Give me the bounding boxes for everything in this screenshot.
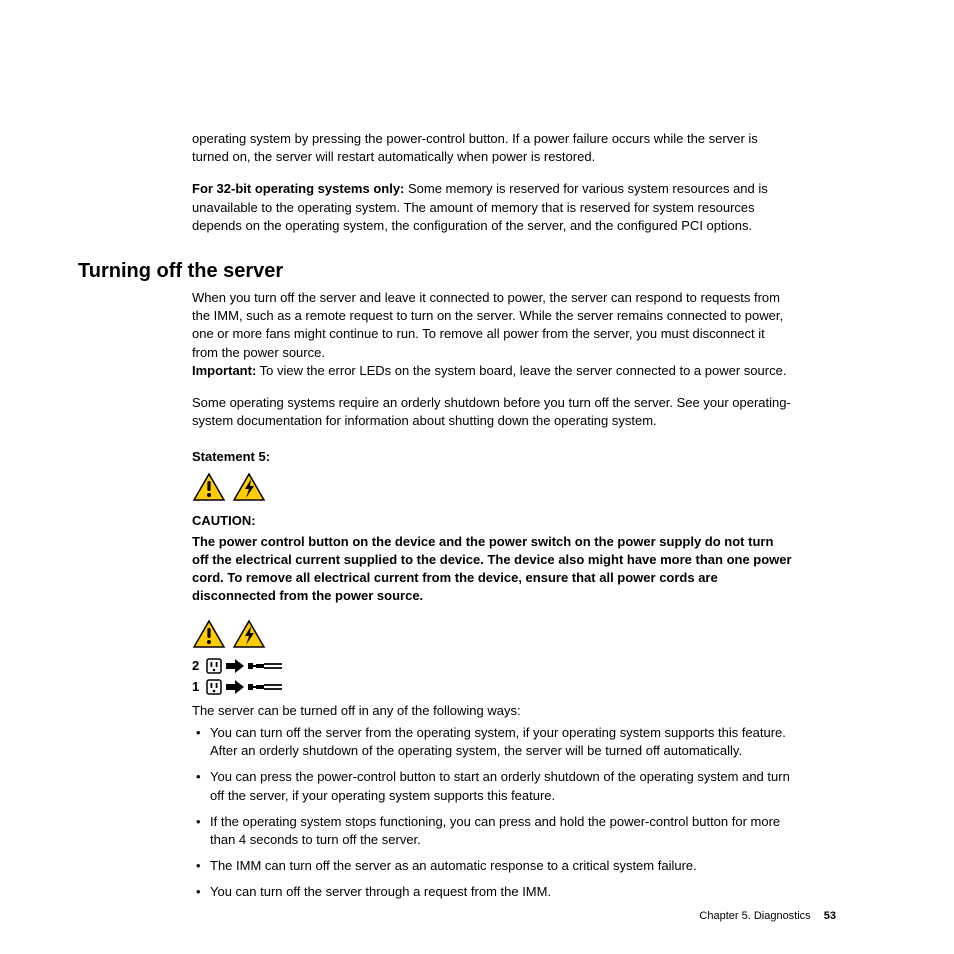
arrow-right-icon: [226, 659, 244, 673]
plug-cord-icon: [248, 680, 282, 694]
list-item: If the operating system stops functionin…: [210, 813, 792, 849]
warning-icons-row-2: [192, 619, 792, 649]
list-intro: The server can be turned off in any of t…: [192, 702, 792, 720]
cord-number: 2: [192, 657, 202, 675]
run-in-label: For 32-bit operating systems only:: [192, 181, 404, 196]
cord-number: 1: [192, 678, 202, 696]
intro-paragraph-1: operating system by pressing the power-c…: [192, 130, 792, 166]
important-rest: To view the error LEDs on the system boa…: [256, 363, 786, 378]
bullet-list: You can turn off the server from the ope…: [192, 724, 792, 902]
electrical-triangle-icon: [232, 472, 266, 502]
page-footer: Chapter 5. Diagnostics 53: [699, 909, 836, 924]
body-paragraph-1: When you turn off the server and leave i…: [192, 289, 792, 362]
caution-triangle-icon: [192, 472, 226, 502]
warning-icons-row-1: [192, 472, 792, 502]
body-paragraph-2: Some operating systems require an orderl…: [192, 394, 792, 430]
body-paragraph-important: Important: To view the error LEDs on the…: [192, 362, 792, 380]
footer-page-number: 53: [824, 910, 836, 922]
list-item: You can press the power-control button t…: [210, 768, 792, 804]
footer-chapter: Chapter 5. Diagnostics: [699, 910, 810, 922]
list-item: You can turn off the server through a re…: [210, 883, 792, 901]
outlet-icon: [206, 658, 222, 674]
cord-row-2: 2: [192, 657, 792, 675]
statement-label: Statement 5:: [192, 448, 792, 466]
cord-row-1: 1: [192, 678, 792, 696]
important-label: Important:: [192, 363, 256, 378]
list-item: You can turn off the server from the ope…: [210, 724, 792, 760]
outlet-icon: [206, 679, 222, 695]
intro-paragraph-2: For 32-bit operating systems only: Some …: [192, 180, 792, 235]
content-column: operating system by pressing the power-c…: [192, 130, 792, 235]
document-page: operating system by pressing the power-c…: [0, 0, 954, 954]
list-item: The IMM can turn off the server as an au…: [210, 857, 792, 875]
section-heading: Turning off the server: [78, 257, 842, 285]
plug-cord-icon: [248, 659, 282, 673]
arrow-right-icon: [226, 680, 244, 694]
section-body: When you turn off the server and leave i…: [192, 289, 792, 902]
caution-triangle-icon: [192, 619, 226, 649]
caution-text: The power control button on the device a…: [192, 533, 792, 606]
caution-label: CAUTION:: [192, 512, 792, 530]
electrical-triangle-icon: [232, 619, 266, 649]
